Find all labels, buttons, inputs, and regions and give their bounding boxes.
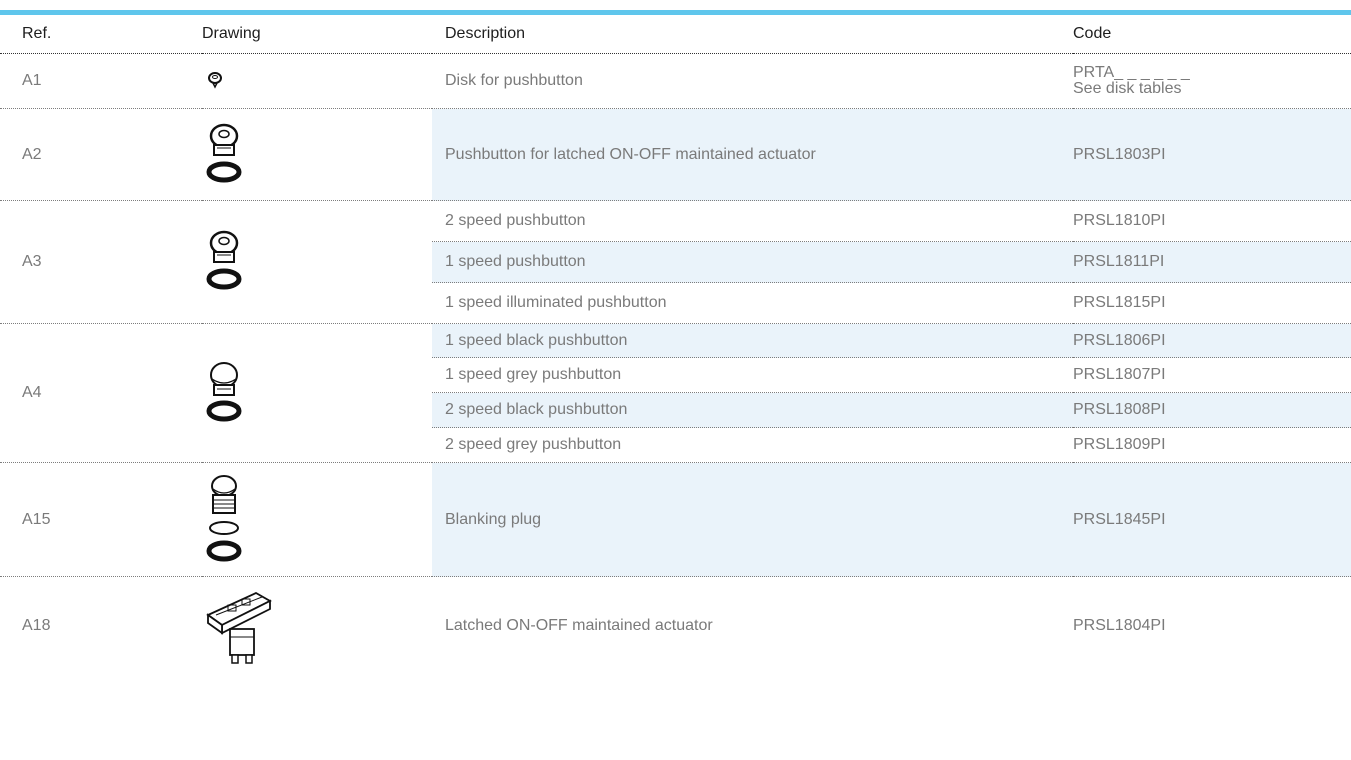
blanking-plug-icon: [202, 473, 432, 567]
pushbutton-with-ring-icon: [202, 229, 432, 295]
description-cell: 2 speed pushbutton: [432, 200, 1073, 242]
ref-cell: A15: [0, 462, 202, 577]
code-cell: PRSL1807PI: [1073, 357, 1351, 393]
code-cell: PRSL1808PI: [1073, 392, 1351, 428]
description-cell: 1 speed black pushbutton: [432, 323, 1073, 358]
table-row: A15 Blanking plug PRSL1845PI: [0, 462, 1351, 577]
table-header-row: Ref. Drawing Description Code: [0, 15, 1351, 54]
code-cell: PRSL1845PI: [1073, 462, 1351, 577]
actuator-icon: [202, 585, 432, 667]
table-row: A3 2 speed pushbutton PRSL1810PI: [0, 200, 1351, 324]
code-cell: PRSL1815PI: [1073, 282, 1351, 324]
ref-cell: A18: [22, 616, 51, 634]
description-cell: Blanking plug: [432, 462, 1073, 577]
drawing-cell: [202, 323, 432, 463]
col-header-code: Code: [1073, 15, 1351, 54]
ref-cell: A3: [0, 200, 202, 324]
drawing-cell: [202, 53, 432, 109]
col-header-drawing: Drawing: [202, 15, 432, 54]
table-row: A18 Latched ON-OFF maintained actuator P…: [0, 577, 1351, 675]
description-cell: 2 speed black pushbutton: [432, 392, 1073, 428]
code-cell: PRSL1804PI: [1073, 616, 1166, 634]
description-cell: 1 speed grey pushbutton: [432, 357, 1073, 393]
table-row: A2 Pushbutton for latched ON-OFF maintai…: [0, 108, 1351, 201]
description-cell: 1 speed illuminated pushbutton: [432, 282, 1073, 324]
ref-cell: A1: [0, 53, 202, 109]
mushroom-pushbutton-icon: [202, 360, 432, 426]
description-cell: Pushbutton for latched ON-OFF maintained…: [432, 108, 1073, 201]
col-header-ref: Ref.: [0, 15, 202, 54]
code-cell: PRSL1810PI: [1073, 200, 1351, 242]
table-row: A4 1 speed black pushbutton PRSL1806PI: [0, 323, 1351, 463]
pushbutton-with-ring-icon: [202, 122, 432, 188]
drawing-cell: [202, 577, 432, 675]
code-value: PRTA_ _ _ _ _ _: [1073, 64, 1190, 81]
disk-icon: [202, 71, 432, 91]
description-cell: 1 speed pushbutton: [432, 241, 1073, 283]
code-cell: PRSL1811PI: [1073, 241, 1351, 283]
col-header-description: Description: [432, 15, 1073, 54]
description-cell: Disk for pushbutton: [432, 53, 1073, 109]
code-note: See disk tables: [1073, 80, 1182, 97]
parts-table: Ref. Drawing Description Code A1 Disk fo…: [0, 15, 1351, 675]
drawing-cell: [202, 108, 432, 201]
code-cell: PRTA_ _ _ _ _ _ See disk tables: [1073, 53, 1351, 109]
drawing-cell: [202, 462, 432, 577]
code-cell: PRSL1803PI: [1073, 108, 1351, 201]
code-cell: PRSL1806PI: [1073, 323, 1351, 358]
code-cell: PRSL1809PI: [1073, 427, 1351, 463]
description-cell: Latched ON-OFF maintained actuator: [445, 616, 713, 634]
table-row: A1 Disk for pushbutton PRTA_ _ _ _ _ _ S…: [0, 53, 1351, 109]
ref-cell: A4: [0, 323, 202, 463]
ref-cell: A2: [0, 108, 202, 201]
description-cell: 2 speed grey pushbutton: [432, 427, 1073, 463]
drawing-cell: [202, 200, 432, 324]
